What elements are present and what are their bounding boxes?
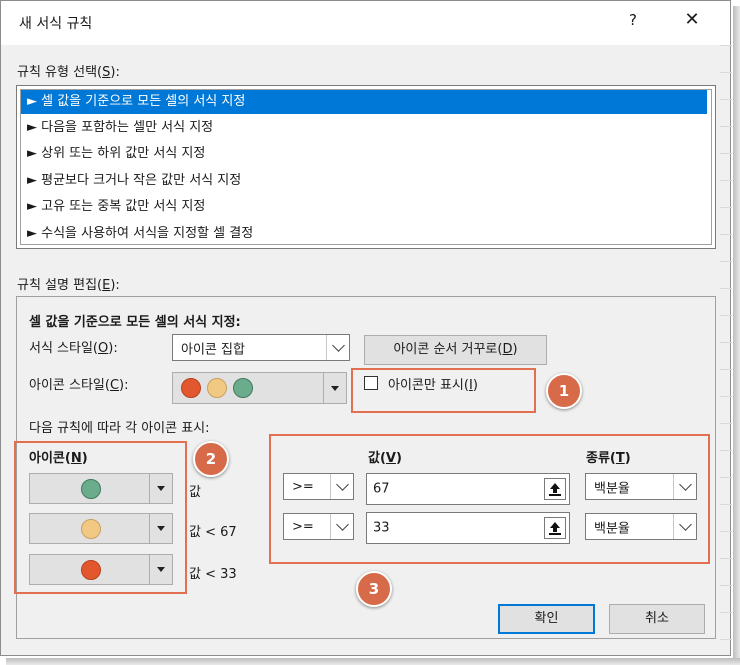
format-style-dropdown[interactable]: 아이콘 집합 [172,334,350,361]
rule-type-label: 규칙 유형 선택(S): [17,65,120,80]
rule-type-item-cell-value[interactable]: ► 셀 값을 기준으로 모든 셀의 서식 지정 [21,90,707,114]
rule-type-item-above-below-average[interactable]: ► 평균보다 크거나 작은 값만 서식 지정 [21,169,707,193]
condition-3-label: 값 < 33 [189,567,237,582]
close-button[interactable]: ✕ [681,9,703,30]
dialog-title: 새 서식 규칙 [19,16,93,32]
format-style-value: 아이콘 집합 [181,342,245,357]
format-style-label: 서식 스타일(O): [29,341,118,356]
window-shadow-bottom [6,658,740,665]
ok-button[interactable]: 확인 [498,604,595,634]
rule-caption: 다음 규칙에 따라 각 아이콘 표시: [29,421,210,436]
reverse-icon-order-button[interactable]: 아이콘 순서 거꾸로(D) [364,335,547,365]
icon-style-label: 아이콘 스타일(C): [29,378,129,393]
icon-style-dropdown[interactable] [172,372,347,404]
new-format-rule-dialog: 새 서식 규칙 ? ✕ 규칙 유형 선택(S): ► 셀 값을 기준으로 모든 … [0,0,732,657]
rule-type-item-top-bottom[interactable]: ► 상위 또는 하위 값만 서식 지정 [21,142,707,166]
cancel-button[interactable]: 취소 [609,604,705,634]
rule-type-item-contains[interactable]: ► 다음을 포함하는 셀만 서식 지정 [21,116,707,140]
rule-type-item-formula[interactable]: ► 수식을 사용하여 서식을 지정할 셀 결정 [21,222,707,246]
background-sheet-gridlines [720,45,732,657]
yellow-circle-icon [207,378,227,398]
title-bar: 새 서식 규칙 ? ✕ [1,1,730,45]
highlight-box-3 [269,434,710,564]
dropdown-arrow-icon [323,373,346,403]
chevron-down-icon [326,335,349,360]
rule-type-item-unique-duplicate[interactable]: ► 고유 또는 중복 값만 서식 지정 [21,195,707,219]
red-circle-icon [181,378,201,398]
condition-2-label: 값 < 67 [189,525,237,540]
rule-edit-label: 규칙 설명 편집(E): [17,278,120,293]
help-button[interactable]: ? [623,11,643,29]
rule-type-list[interactable]: ► 셀 값을 기준으로 모든 셀의 서식 지정 ► 다음을 포함하는 셀만 서식… [16,85,716,249]
condition-1-label: 값 [189,485,201,500]
highlight-box-1 [351,368,536,413]
annotation-badge-2: 2 [193,441,229,477]
green-circle-icon [233,378,253,398]
annotation-badge-3: 3 [356,571,392,607]
rule-description-heading: 셀 값을 기준으로 모든 셀의 서식 지정: [29,315,241,330]
annotation-badge-1: 1 [546,373,582,409]
window-shadow-right [733,6,740,658]
highlight-box-2 [14,441,187,594]
